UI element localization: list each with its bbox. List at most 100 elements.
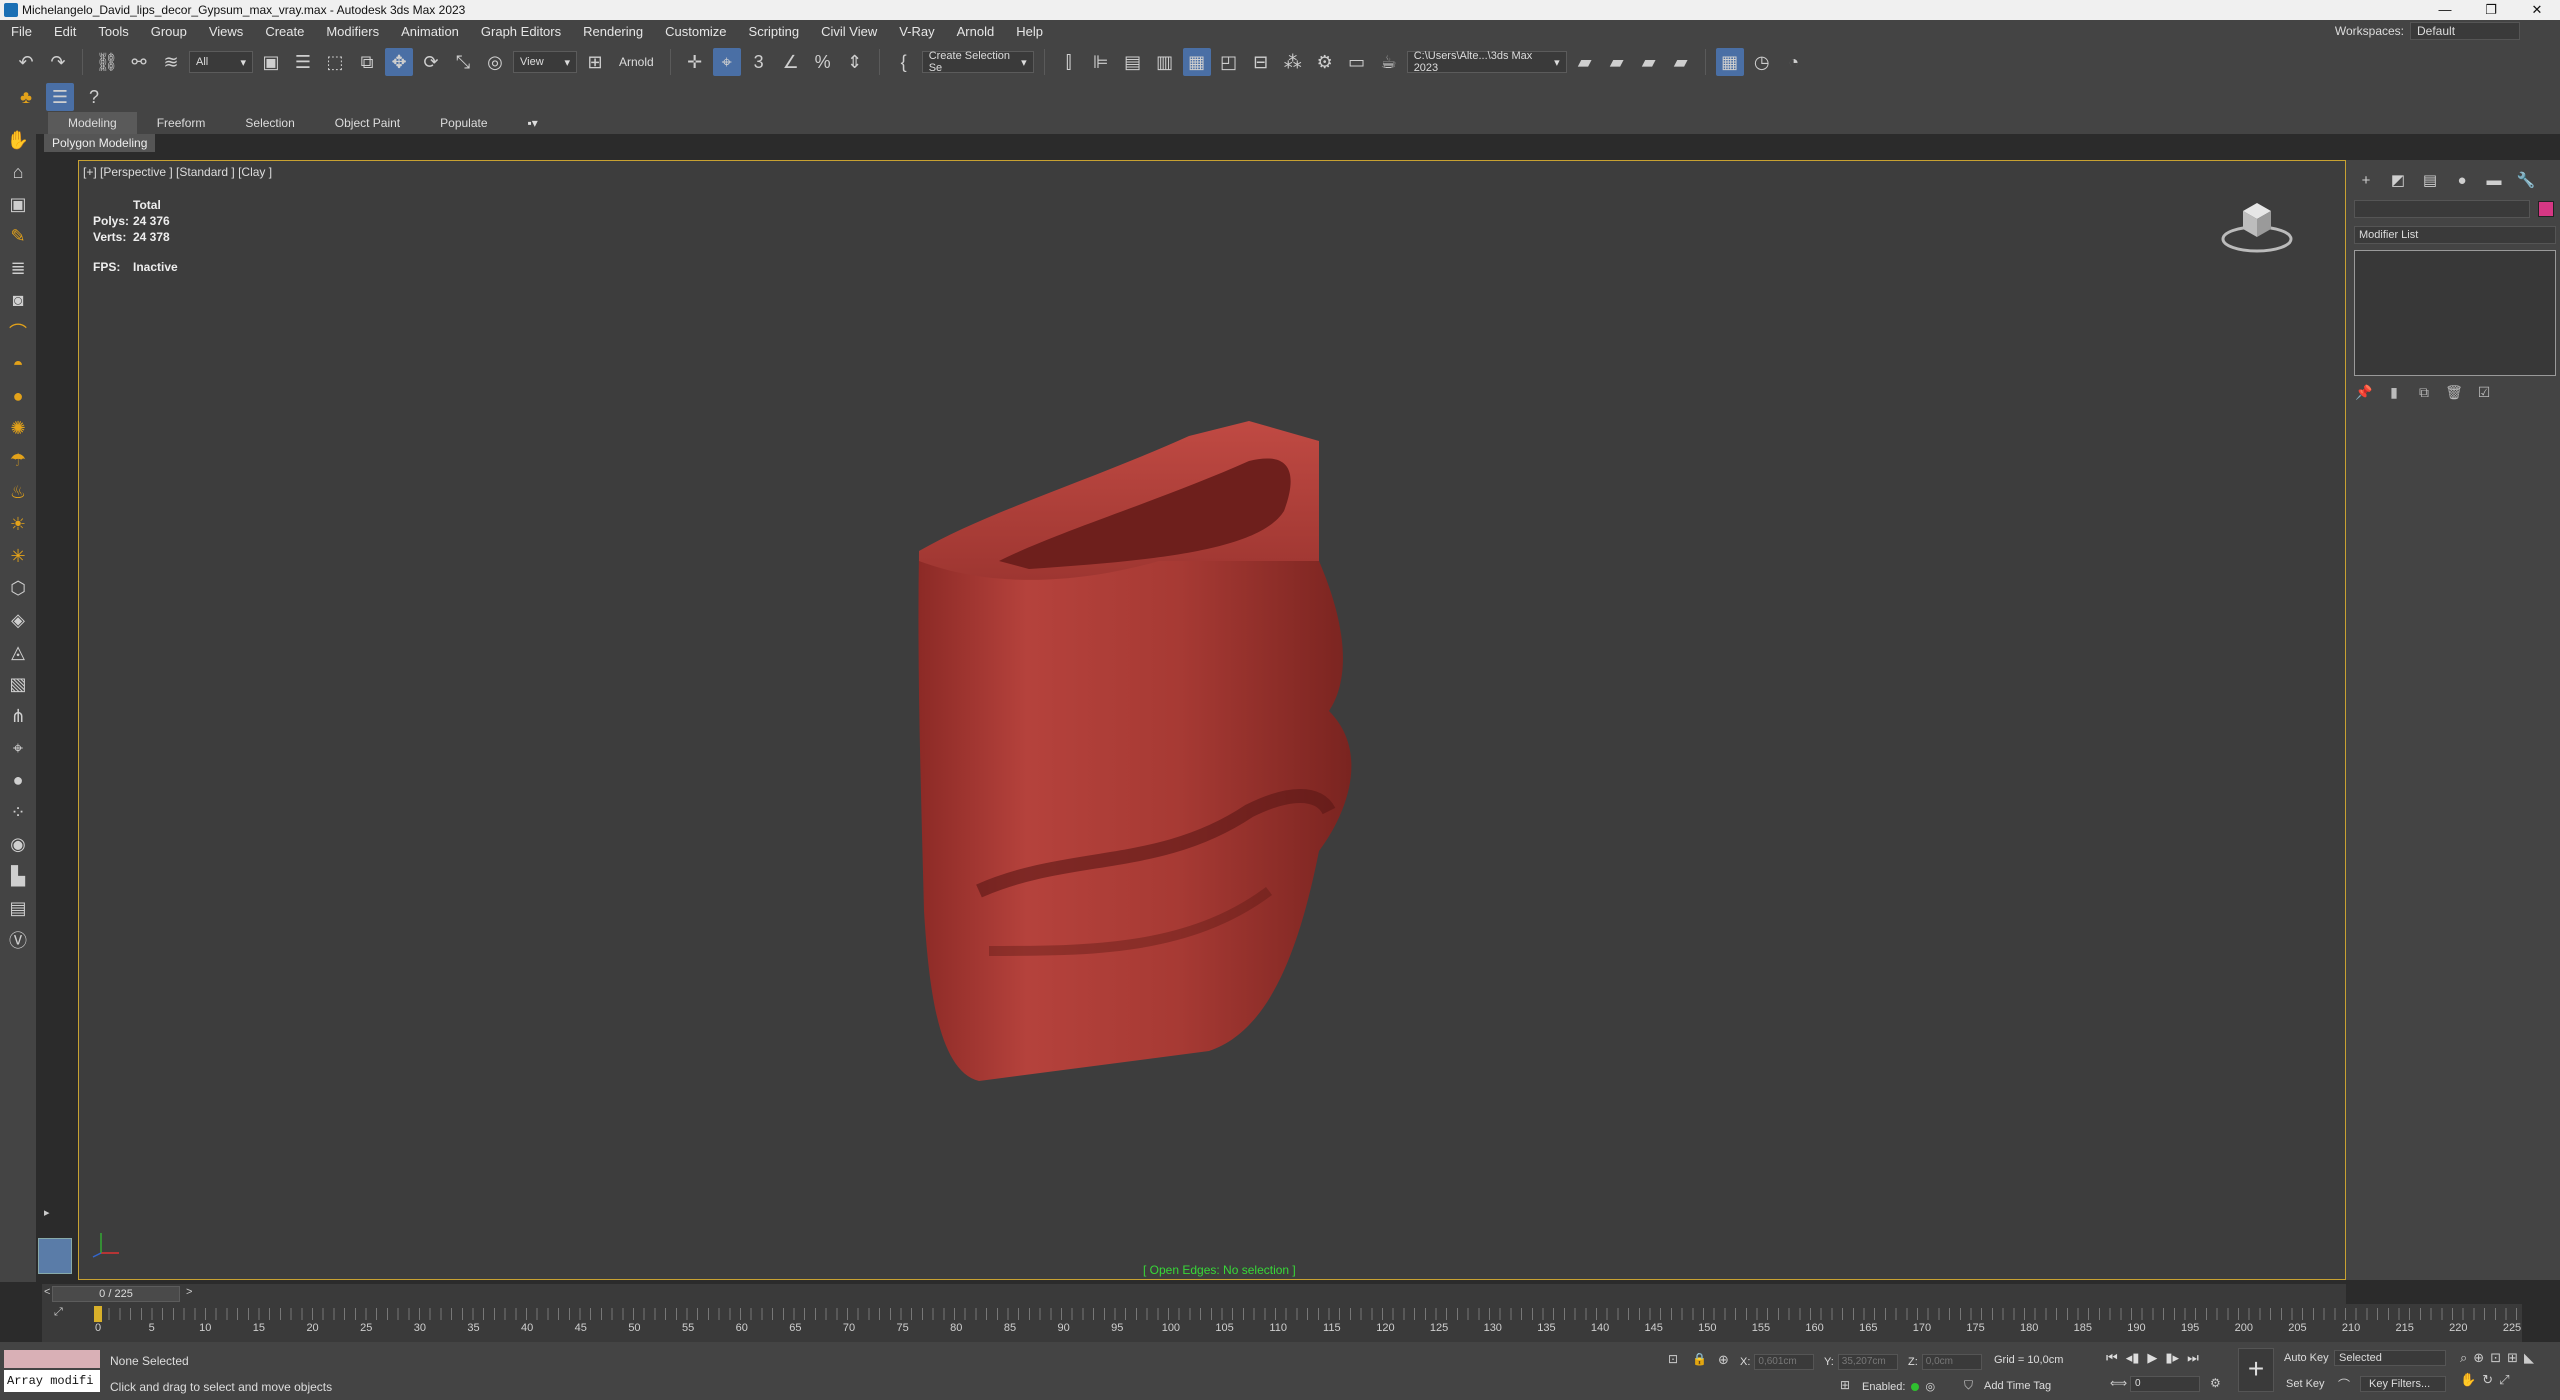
scene-explorer-tree-icon[interactable]: ♣ (12, 83, 40, 111)
unlink-icon[interactable]: ⚯ (125, 48, 153, 76)
modify-tab-icon[interactable]: ◩ (2386, 170, 2410, 190)
go-to-end-icon[interactable]: ⏭ (2187, 1350, 2199, 1366)
spinner-snap-icon[interactable]: ⇕ (841, 48, 869, 76)
zoom-icon[interactable]: ⌕ (2460, 1350, 2467, 1366)
angle-snap-icon[interactable]: ∠ (777, 48, 805, 76)
key-filters-button[interactable]: Key Filters... (2360, 1376, 2446, 1392)
lamp-icon[interactable]: ⌒ (6, 320, 30, 344)
motion-tab-icon[interactable]: ● (2450, 170, 2474, 190)
isolate-selection-icon[interactable]: ⊡ (1668, 1352, 1678, 1366)
menu-graph-editors[interactable]: Graph Editors (470, 24, 572, 39)
object-name-field[interactable] (2354, 200, 2530, 218)
brush-icon[interactable]: ⌖ (6, 736, 30, 760)
object-color-swatch[interactable] (2538, 201, 2554, 217)
vray-interactive-icon[interactable]: ▰ (1667, 48, 1695, 76)
grass-icon[interactable]: ⋔ (6, 704, 30, 728)
scene-explorer-icon[interactable]: ▤ (1119, 48, 1147, 76)
select-and-move-icon[interactable]: ✥ (385, 48, 413, 76)
make-unique-icon[interactable]: ⧉ (2414, 382, 2434, 402)
adaptive-degradation-icon[interactable]: ⊞ (1840, 1378, 1850, 1392)
menu-tools[interactable]: Tools (87, 24, 139, 39)
time-slider-thumb[interactable]: 0 / 225 (52, 1286, 180, 1302)
utilities-tab-icon[interactable]: 🔧 (2514, 170, 2538, 190)
maxscript-listener-swatch[interactable] (4, 1350, 100, 1368)
list-icon[interactable]: ☰ (46, 83, 74, 111)
zoom-extents-icon[interactable]: ⊡ (2490, 1350, 2501, 1366)
sky-icon[interactable]: ✳ (6, 544, 30, 568)
perspective-viewport[interactable]: [+] [Perspective ] [Standard ] [Clay ] T… (78, 160, 2346, 1280)
selection-filter-dropdown[interactable]: All ▾ (189, 51, 253, 73)
bind-space-warp-icon[interactable]: ≋ (157, 48, 185, 76)
frame-buffer-icon[interactable]: ▤ (6, 896, 30, 920)
hand-icon[interactable]: ✋ (6, 128, 30, 152)
viewport-label-menu[interactable]: [+] [Perspective ] [Standard ] [Clay ] (83, 165, 272, 179)
absolute-mode-icon[interactable]: ⊕ (1718, 1352, 1729, 1368)
arnold-render-icon[interactable]: ◷ (1748, 48, 1776, 76)
rendered-frame-window-icon[interactable]: ▭ (1343, 48, 1371, 76)
sphere-light-icon[interactable]: ● (6, 384, 30, 408)
render-production-icon[interactable]: ☕ (1375, 48, 1403, 76)
menu-edit[interactable]: Edit (43, 24, 87, 39)
render-elements-icon[interactable]: ▙ (6, 864, 30, 888)
render-setup-icon[interactable]: ⚙ (1311, 48, 1339, 76)
viewcube-icon[interactable] (2219, 197, 2295, 257)
window-crossing-icon[interactable]: ⧉ (353, 48, 381, 76)
previous-key-icon[interactable]: ◂▮ (2126, 1350, 2140, 1366)
mesh-light-icon[interactable]: ♨ (6, 480, 30, 504)
percent-snap-icon[interactable]: % (809, 48, 837, 76)
vray-frame-buffer-icon[interactable]: ▰ (1635, 48, 1663, 76)
select-by-name-icon[interactable]: ☰ (289, 48, 317, 76)
tab-freeform[interactable]: Freeform (137, 112, 226, 134)
curve-editor-icon[interactable]: ◰ (1215, 48, 1243, 76)
vray-render-icon[interactable]: ▰ (1603, 48, 1631, 76)
track-bar[interactable]: ⤢ 0 5 10 15 20 25 30 35 40 45 50 55 60 65 70 75 80 85 90 95… (42, 1304, 2522, 1342)
tab-object-paint[interactable]: Object Paint (315, 112, 420, 134)
dome-light-icon[interactable]: ◓ (6, 352, 30, 376)
orbit-icon[interactable]: ↻ (2482, 1372, 2493, 1388)
play-icon[interactable]: ▶ (2147, 1350, 2157, 1366)
tab-modeling[interactable]: Modeling (48, 112, 137, 134)
pin-stack-icon[interactable]: 📌 (2354, 382, 2374, 402)
default-tangent-icon[interactable]: ⌒ (2338, 1376, 2350, 1393)
menu-file[interactable]: File (0, 24, 43, 39)
create-tab-icon[interactable]: + (2354, 170, 2378, 190)
vray-toolbar-icon[interactable]: ▦ (1715, 48, 1744, 76)
layer-explorer-icon[interactable]: ▥ (1151, 48, 1179, 76)
zoom-extents-all-icon[interactable]: ⊞ (2507, 1350, 2518, 1366)
time-cursor[interactable] (94, 1306, 102, 1322)
time-config-icon[interactable]: ◎ (1925, 1380, 1935, 1393)
pivot-center-icon[interactable]: ⊞ (581, 48, 609, 76)
go-to-start-icon[interactable]: ⏮ (2106, 1350, 2118, 1366)
x-coordinate-field[interactable]: 0,601cm (1754, 1354, 1815, 1370)
help-icon[interactable]: ? (80, 83, 108, 111)
undo-icon[interactable]: ↶ (12, 48, 40, 76)
workspace-dropdown[interactable]: Default (2410, 22, 2520, 40)
vray-logo-icon[interactable]: Ⓥ (6, 928, 30, 952)
redo-icon[interactable]: ↷ (44, 48, 72, 76)
container-icon[interactable]: ⌂ (6, 160, 30, 184)
ies-light-icon[interactable]: ✺ (6, 416, 30, 440)
menu-customize[interactable]: Customize (654, 24, 737, 39)
menu-help[interactable]: Help (1005, 24, 1054, 39)
track-bar-toggle-icon[interactable]: ⤢ (54, 1306, 63, 1319)
menu-views[interactable]: Views (198, 24, 254, 39)
mirror-icon[interactable]: ⫿ (1055, 48, 1083, 76)
multi-material-icon[interactable]: ⁘ (6, 800, 30, 824)
close-button[interactable]: ✕ (2514, 0, 2560, 20)
align-icon[interactable]: ⊫ (1087, 48, 1115, 76)
tab-selection[interactable]: Selection (225, 112, 314, 134)
time-slider[interactable]: < 0 / 225 > (42, 1284, 2346, 1304)
pan-icon[interactable]: ✋ (2460, 1372, 2476, 1388)
schematic-view-icon[interactable]: ⊟ (1247, 48, 1275, 76)
tab-populate[interactable]: Populate (420, 112, 507, 134)
set-key-button[interactable]: Set Key (2286, 1378, 2325, 1390)
open-project-icon[interactable]: ▰ (1571, 48, 1599, 76)
key-mode-icon[interactable]: ⟺ (2110, 1376, 2127, 1390)
remove-modifier-icon[interactable]: 🗑 (2444, 382, 2464, 402)
menu-rendering[interactable]: Rendering (572, 24, 654, 39)
menu-group[interactable]: Group (140, 24, 198, 39)
menu-arnold[interactable]: Arnold (946, 24, 1006, 39)
select-and-scale-icon[interactable]: ⤡ (449, 48, 477, 76)
project-folder-dropdown[interactable]: C:\Users\Alte...\3ds Max 2023 ▾ (1406, 50, 1567, 74)
snaps-toggle-icon[interactable]: ⌖ (712, 48, 741, 76)
